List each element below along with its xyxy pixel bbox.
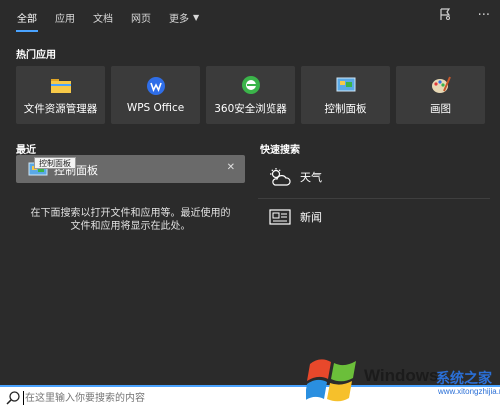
tab-label: 文档 (93, 13, 113, 25)
hint-line: 文件和应用将显示在此处。 (70, 221, 191, 232)
tab-label: 网页 (131, 13, 151, 25)
quick-search-news[interactable]: 新闻 (268, 204, 468, 230)
search-icon (5, 390, 21, 406)
weather-icon (268, 167, 292, 187)
text-cursor (23, 391, 24, 405)
tab-documents[interactable]: 文档 (84, 0, 122, 34)
top-icons: ··· (439, 8, 490, 25)
app-label: 画图 (430, 102, 451, 115)
tab-label: 更多 (169, 13, 189, 25)
quick-search-weather[interactable]: 天气 (268, 164, 468, 190)
folder-icon (50, 75, 71, 95)
tab-more[interactable]: 更多 ▼ (160, 0, 208, 34)
watermark-url: www.xitongzhijia.net (438, 387, 500, 396)
app-label: 文件资源管理器 (23, 102, 98, 115)
paint-icon (431, 75, 451, 95)
news-icon (268, 207, 292, 227)
tab-label: 全部 (17, 13, 37, 25)
hot-apps-list: 文件资源管理器 WPS Office 360安全浏览器 控制面板 画图 (16, 66, 485, 124)
control-panel-icon (336, 75, 356, 95)
tooltip: 控制面板 (34, 157, 76, 169)
recent-title: 最近 (16, 145, 36, 156)
more-options-icon[interactable]: ··· (478, 8, 490, 25)
app-tile-wps-office[interactable]: WPS Office (111, 66, 200, 124)
hint-line: 在下面搜索以打开文件和应用等。最近使用的 (30, 208, 231, 219)
quick-search-label: 天气 (300, 171, 322, 184)
tab-web[interactable]: 网页 (122, 0, 160, 34)
app-label: WPS Office (126, 102, 185, 114)
search-input[interactable] (25, 389, 285, 407)
app-label: 控制面板 (324, 102, 367, 115)
quick-search-label: 新闻 (300, 211, 322, 224)
app-tile-paint[interactable]: 画图 (396, 66, 485, 124)
app-tile-control-panel[interactable]: 控制面板 (301, 66, 390, 124)
tab-all[interactable]: 全部 (8, 0, 46, 34)
quick-search-title: 快速搜索 (260, 145, 300, 156)
search-tabs: 全部 应用 文档 网页 更多 ▼ (0, 0, 500, 34)
feedback-icon[interactable] (439, 8, 452, 25)
hot-apps-title: 热门应用 (16, 50, 56, 61)
watermark: Windows 系统之家 www.xitongzhijia.net (304, 352, 500, 409)
browser-360-icon (241, 75, 261, 95)
recent-hint: 在下面搜索以打开文件和应用等。最近使用的 文件和应用将显示在此处。 (16, 207, 245, 233)
divider (258, 198, 490, 199)
tab-apps[interactable]: 应用 (46, 0, 84, 34)
watermark-brand: Windows (364, 366, 439, 385)
app-label: 360安全浏览器 (214, 102, 287, 115)
close-icon[interactable]: ✕ (227, 162, 235, 173)
windows-logo-icon (304, 354, 360, 409)
app-tile-360-browser[interactable]: 360安全浏览器 (206, 66, 295, 124)
chevron-down-icon: ▼ (193, 12, 200, 22)
watermark-cn: 系统之家 (436, 371, 492, 387)
wps-icon (146, 76, 166, 96)
tab-label: 应用 (55, 13, 75, 25)
app-tile-file-explorer[interactable]: 文件资源管理器 (16, 66, 105, 124)
